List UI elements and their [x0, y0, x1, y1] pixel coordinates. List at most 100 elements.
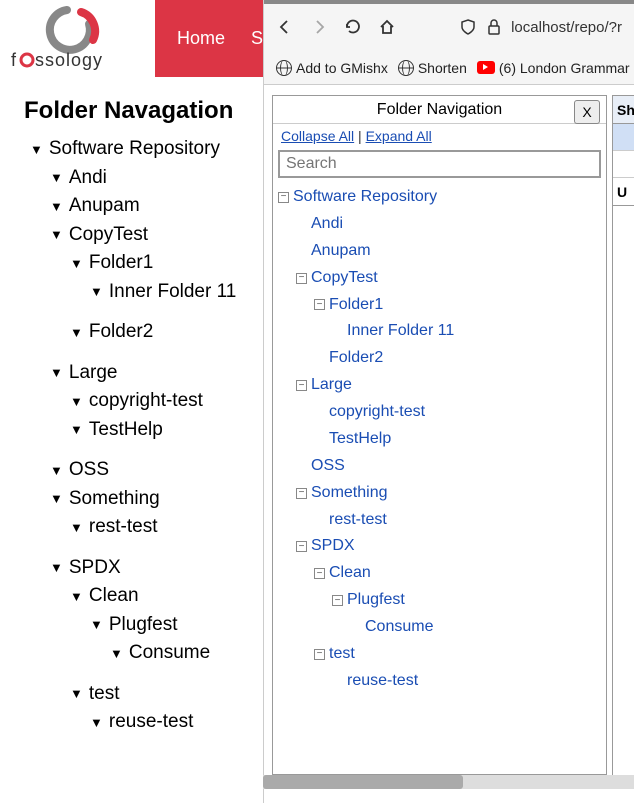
chevron-down-icon: ▼: [70, 254, 83, 274]
left-tree: ▼Software Repository ▼Andi ▼Anupam ▼Copy…: [0, 135, 263, 737]
tree-node[interactable]: ▼Andi: [50, 164, 253, 193]
tree-node[interactable]: Folder1: [329, 292, 383, 319]
chevron-down-icon: ▼: [90, 615, 103, 635]
chevron-down-icon: ▼: [110, 644, 123, 664]
tree-node[interactable]: ▼Consume: [110, 639, 253, 668]
collapse-all-link[interactable]: Collapse All: [281, 128, 354, 144]
chevron-down-icon: ▼: [90, 713, 103, 733]
tree-node[interactable]: test: [329, 641, 355, 668]
tree-node[interactable]: copyright-test: [329, 399, 425, 426]
tree-node[interactable]: CopyTest: [311, 265, 378, 292]
tree-node[interactable]: OSS: [311, 453, 345, 480]
tree-node[interactable]: ▼CopyTest: [50, 221, 253, 250]
shield-icon[interactable]: [459, 18, 477, 36]
lock-icon: [485, 18, 503, 36]
chevron-down-icon: ▼: [70, 587, 83, 607]
tree-node[interactable]: ▼reuse-test: [90, 708, 253, 737]
tree-node[interactable]: ▼Something: [50, 485, 253, 514]
chevron-down-icon: ▼: [50, 489, 63, 509]
folder-nav-panel: Folder Navigation X Collapse All | Expan…: [272, 95, 607, 775]
home-icon[interactable]: [378, 18, 396, 36]
tree-node[interactable]: ▼Anupam: [50, 192, 253, 221]
chevron-down-icon: ▼: [70, 392, 83, 412]
globe-icon: [276, 60, 292, 76]
tree-node[interactable]: SPDX: [311, 533, 355, 560]
nav-home[interactable]: Home: [177, 28, 225, 49]
tree-node[interactable]: ▼rest-test: [70, 513, 253, 542]
expand-all-link[interactable]: Expand All: [366, 128, 432, 144]
fossology-logo: f ssology: [0, 0, 155, 77]
collapse-icon[interactable]: −: [296, 488, 307, 499]
bookmark-gmishx[interactable]: Add to GMishx: [276, 60, 388, 76]
back-icon[interactable]: [276, 18, 294, 36]
collapse-icon[interactable]: −: [314, 568, 325, 579]
browser-chrome: localhost/repo/?r Add to GMishx Shorten …: [264, 0, 634, 85]
tree-node[interactable]: ▼TestHelp: [70, 416, 253, 445]
chevron-down-icon: ▼: [50, 363, 63, 383]
chevron-down-icon: ▼: [50, 461, 63, 481]
collapse-icon[interactable]: −: [332, 595, 343, 606]
tree-node[interactable]: Folder2: [329, 345, 383, 372]
tree-node[interactable]: TestHelp: [329, 426, 391, 453]
collapse-icon[interactable]: −: [314, 299, 325, 310]
chevron-down-icon: ▼: [70, 684, 83, 704]
horizontal-scrollbar[interactable]: [263, 775, 634, 789]
collapse-icon[interactable]: −: [314, 649, 325, 660]
tree-node[interactable]: ▼OSS: [50, 456, 253, 485]
tree-node[interactable]: ▼Clean: [70, 582, 253, 611]
tree-node[interactable]: Consume: [365, 614, 433, 641]
tree-node[interactable]: reuse-test: [347, 668, 418, 695]
chevron-down-icon: ▼: [70, 420, 83, 440]
search-input[interactable]: [278, 150, 601, 178]
tree-node[interactable]: Inner Folder 11: [347, 318, 454, 345]
chevron-down-icon: ▼: [70, 518, 83, 538]
tree-node[interactable]: Andi: [311, 211, 343, 238]
tree-node[interactable]: Software Repository: [293, 184, 437, 211]
tree-node[interactable]: Plugfest: [347, 587, 405, 614]
tree-node[interactable]: ▼copyright-test: [70, 387, 253, 416]
url-text[interactable]: localhost/repo/?r: [511, 19, 622, 36]
youtube-icon: [477, 61, 495, 74]
collapse-icon[interactable]: −: [278, 192, 289, 203]
tree-node[interactable]: rest-test: [329, 507, 387, 534]
right-edge-panel: Sh U: [612, 95, 634, 775]
left-panel-title: Folder Navagation: [24, 97, 263, 125]
panel-title: Folder Navigation: [377, 101, 502, 119]
reload-icon[interactable]: [344, 18, 362, 36]
tree-node[interactable]: ▼test: [70, 680, 253, 709]
svg-text:f: f: [11, 50, 17, 70]
bookmark-shorten[interactable]: Shorten: [398, 60, 467, 76]
forward-icon[interactable]: [310, 18, 328, 36]
globe-icon: [398, 60, 414, 76]
tree-node[interactable]: ▼Software Repository: [30, 135, 253, 164]
nav-other[interactable]: S: [251, 28, 263, 49]
tree-node[interactable]: ▼Folder1: [70, 249, 253, 278]
edge-sh: Sh: [613, 96, 634, 124]
collapse-icon[interactable]: −: [296, 273, 307, 284]
tree-node[interactable]: ▼Folder2: [70, 318, 253, 347]
top-nav: Home S: [155, 0, 263, 77]
tree-node[interactable]: ▼SPDX: [50, 554, 253, 583]
tree-node[interactable]: Clean: [329, 560, 371, 587]
edge-u: U: [613, 178, 634, 206]
tree-node[interactable]: Something: [311, 480, 388, 507]
svg-text:ssology: ssology: [35, 50, 103, 70]
collapse-icon[interactable]: −: [296, 541, 307, 552]
chevron-down-icon: ▼: [50, 558, 63, 578]
collapse-icon[interactable]: −: [296, 380, 307, 391]
tree-node[interactable]: Large: [311, 372, 352, 399]
chevron-down-icon: ▼: [50, 197, 63, 217]
chevron-down-icon: ▼: [50, 168, 63, 188]
tree-node[interactable]: ▼Inner Folder 11: [90, 278, 253, 307]
tree-node[interactable]: ▼Large: [50, 359, 253, 388]
right-tree: −Software Repository Andi Anupam −CopyTe…: [273, 180, 606, 699]
chevron-down-icon: ▼: [90, 282, 103, 302]
scrollbar-thumb[interactable]: [263, 775, 463, 789]
chevron-down-icon: ▼: [70, 323, 83, 343]
bookmark-london[interactable]: (6) London Grammar: [477, 60, 630, 76]
tree-node[interactable]: ▼Plugfest: [90, 611, 253, 640]
chevron-down-icon: ▼: [50, 225, 63, 245]
tree-node[interactable]: Anupam: [311, 238, 371, 265]
close-button[interactable]: X: [574, 100, 600, 124]
chevron-down-icon: ▼: [30, 140, 43, 160]
